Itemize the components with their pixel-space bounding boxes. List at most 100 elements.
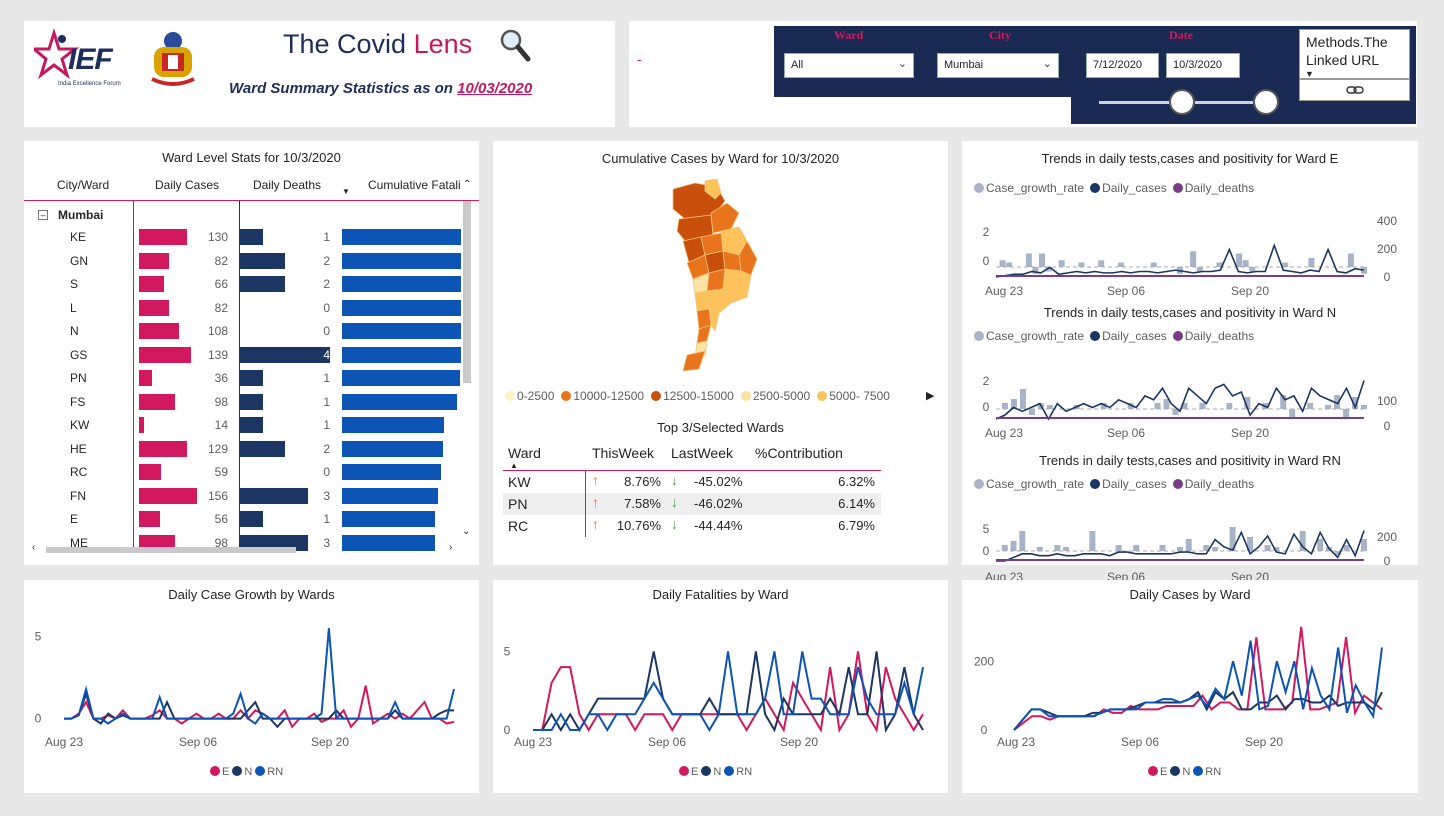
y-tick: 5 <box>35 629 42 643</box>
table-row[interactable]: HE 129 2 <box>24 438 461 460</box>
legend-item[interactable]: N <box>1170 766 1190 778</box>
x-tick: Sep 06 <box>648 735 686 749</box>
top3-row[interactable]: KW ↑ 8.76% ↓ -45.02% 6.32% <box>503 471 881 493</box>
legend-item[interactable]: E <box>1148 766 1167 778</box>
horizontal-scrollbar[interactable] <box>46 547 296 553</box>
legend-item[interactable]: 0-2500 <box>505 389 554 403</box>
x-tick: Sep 20 <box>780 735 818 749</box>
legend-item[interactable]: E <box>679 766 698 778</box>
legend-item[interactable]: RN <box>724 766 752 778</box>
growth-bar <box>1190 251 1197 267</box>
col-header-cumulative-fatality[interactable]: Cumulative Fatalit <box>368 178 461 192</box>
methods-link-text: Methods.The Linked URL <box>1306 34 1388 68</box>
legend-item[interactable]: 2500-5000 <box>740 389 810 403</box>
x-tick: Aug 23 <box>45 735 83 749</box>
table-row[interactable]: GN 82 2 <box>24 250 461 272</box>
col-header-daily-cases[interactable]: Daily Cases <box>155 178 219 192</box>
ward-name: RC <box>70 465 88 479</box>
col-header-contribution[interactable]: %Contribution <box>755 445 843 461</box>
table-row[interactable]: L 82 0 <box>24 297 461 319</box>
cases-value: 82 <box>214 253 228 268</box>
city-dropdown[interactable]: Mumbai ⌄ <box>937 53 1059 78</box>
sort-asc-icon[interactable]: ▲ <box>510 461 518 470</box>
growth-bar <box>1001 545 1008 551</box>
trend-plot[interactable]: 2 0 400 200 0 Aug 23 Sep 06 Sep 20 <box>962 197 1418 307</box>
legend-item[interactable]: Daily_cases <box>1090 181 1167 195</box>
legend-item[interactable]: Daily_deaths <box>1172 329 1254 343</box>
ward-name: E <box>70 512 79 526</box>
table-row[interactable]: S 66 2 <box>24 273 461 295</box>
table-row[interactable]: FN 156 3 <box>24 485 461 507</box>
legend-item[interactable]: Daily_cases <box>1090 477 1167 491</box>
group-toggle-icon[interactable]: – <box>38 210 48 220</box>
deaths-value: 0 <box>323 465 330 479</box>
sort-desc-icon[interactable]: ▼ <box>342 187 350 196</box>
table-row[interactable]: FS 98 1 <box>24 391 461 413</box>
search-icon[interactable] <box>498 27 532 68</box>
legend-next-icon[interactable]: ▶ <box>926 389 934 402</box>
thisweek-value: 10.76% <box>616 518 661 533</box>
col-header-ward[interactable]: Ward <box>508 445 541 461</box>
scroll-down-icon[interactable]: ⌄ <box>462 526 470 537</box>
table-row[interactable]: RC 59 0 <box>24 461 461 483</box>
link-button[interactable] <box>1299 79 1410 101</box>
top3-row[interactable]: PN ↑ 7.58% ↓ -46.02% 6.14% <box>503 493 881 515</box>
city-filter-label: City <box>989 28 1011 42</box>
cases-value: 156 <box>207 488 228 503</box>
ward-choropleth-map[interactable] <box>665 179 785 379</box>
legend-item[interactable]: N <box>232 766 252 778</box>
page-subtitle: Ward Summary Statistics as on 10/03/2020 <box>229 80 532 97</box>
legend-item[interactable]: Case_growth_rate <box>974 329 1084 343</box>
col-header-lastweek[interactable]: LastWeek <box>671 445 733 461</box>
cases-bar <box>139 487 197 504</box>
line-chart[interactable]: 0 5 Aug 23 Sep 06 Sep 20 <box>24 580 479 793</box>
date-to-input[interactable]: 10/3/2020 <box>1166 53 1240 78</box>
scroll-up-icon[interactable]: ⌃ <box>463 179 471 190</box>
x-tick: Sep 20 <box>311 735 349 749</box>
legend-label: Case_growth_rate <box>986 477 1085 491</box>
legend-swatch <box>1172 331 1183 341</box>
col-header-thisweek[interactable]: ThisWeek <box>592 445 654 461</box>
legend-item[interactable]: Daily_deaths <box>1172 477 1254 491</box>
trend-plot[interactable]: 2 0 100 0 Aug 23 Sep 06 Sep 20 <box>962 351 1418 461</box>
fatality-bar <box>342 464 441 480</box>
legend-item[interactable]: Case_growth_rate <box>974 477 1084 491</box>
methods-box[interactable]: Methods.The Linked URL <box>1299 29 1410 79</box>
vertical-scrollbar[interactable] <box>463 201 471 383</box>
table-row[interactable]: N 108 0 <box>24 320 461 342</box>
series-line-n <box>1013 690 1383 731</box>
scroll-left-icon[interactable]: ‹ <box>32 542 35 553</box>
fatality-bar <box>342 276 461 292</box>
top3-row[interactable]: RC ↑ 10.76% ↓ -44.44% 6.79% <box>503 515 881 537</box>
date-slider-handle-start[interactable] <box>1169 89 1195 115</box>
cases-bar <box>139 252 170 269</box>
line-chart[interactable]: 0 5 Aug 23 Sep 06 Sep 20 <box>493 580 948 793</box>
growth-bar <box>1289 409 1296 417</box>
legend-item[interactable]: E <box>210 766 229 778</box>
table-row[interactable]: E 56 1 <box>24 508 461 530</box>
legend-item[interactable]: Daily_cases <box>1090 329 1167 343</box>
date-from-input[interactable]: 7/12/2020 <box>1086 53 1159 78</box>
col-header-city-ward[interactable]: City/Ward <box>57 178 109 192</box>
legend-item[interactable]: RN <box>1193 766 1221 778</box>
legend-item[interactable]: 12500-15000 <box>651 389 734 403</box>
scroll-right-icon[interactable]: › <box>449 542 452 553</box>
ward-dropdown[interactable]: All ⌄ <box>784 53 914 78</box>
table-row[interactable]: KW 14 1 <box>24 414 461 436</box>
table-row[interactable]: PN 36 1 <box>24 367 461 389</box>
legend-item[interactable]: 10000-12500 <box>561 389 644 403</box>
legend-item[interactable]: 5000- 7500 <box>817 389 890 403</box>
date-slider-handle-end[interactable] <box>1253 89 1279 115</box>
legend-item[interactable]: N <box>701 766 721 778</box>
col-header-daily-deaths[interactable]: Daily Deaths <box>253 178 321 192</box>
table-row[interactable]: KE 130 1 <box>24 226 461 248</box>
growth-bar <box>1019 531 1026 551</box>
legend-item[interactable]: Daily_deaths <box>1172 181 1254 195</box>
legend-item[interactable]: RN <box>255 766 283 778</box>
legend-item[interactable]: Case_growth_rate <box>974 181 1084 195</box>
line-chart[interactable]: 0 200 Aug 23 Sep 06 Sep 20 <box>962 580 1417 793</box>
series-daily-cases <box>995 380 1365 421</box>
table-row[interactable]: GS 139 4 <box>24 344 461 366</box>
map-legend: 0-2500 10000-12500 12500-15000 2500-5000 500… <box>505 389 905 403</box>
ward-name: PN <box>70 371 87 385</box>
